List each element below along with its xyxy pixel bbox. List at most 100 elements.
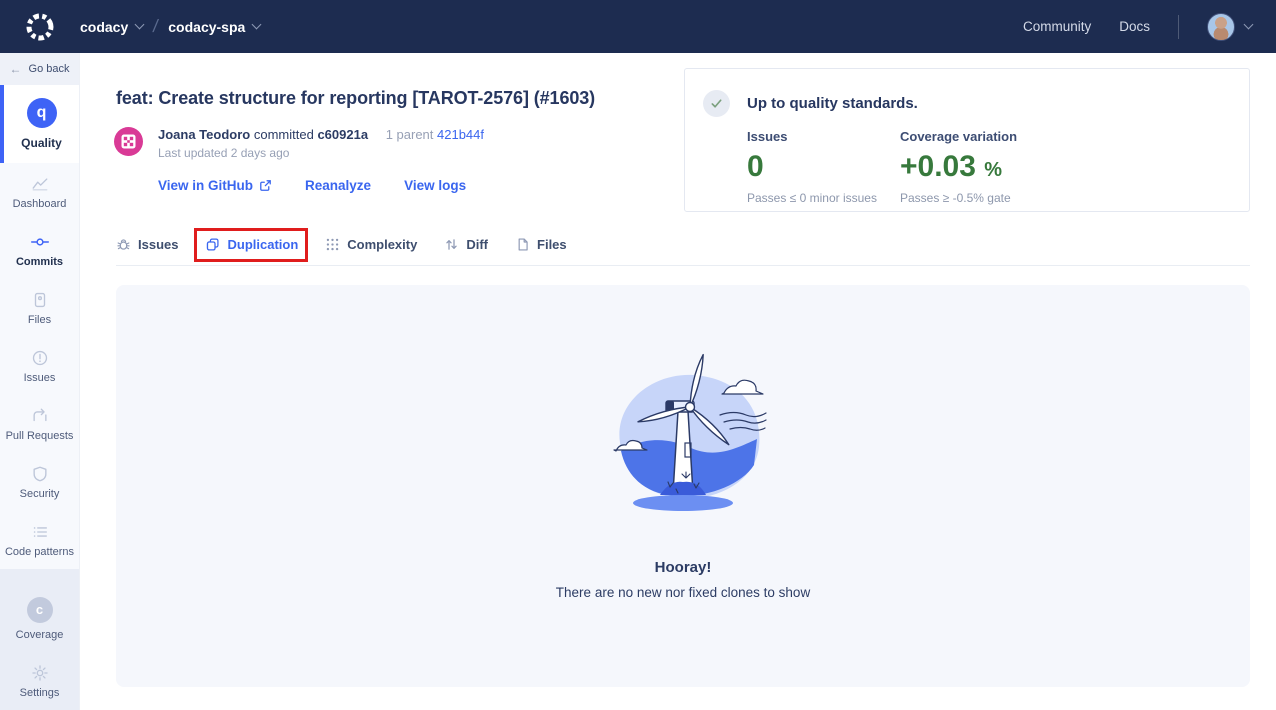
- complexity-grid-icon: [325, 237, 340, 252]
- coverage-number: +0.03: [900, 150, 976, 183]
- last-updated: Last updated 2 days ago: [158, 146, 484, 160]
- tab-duplication[interactable]: Duplication: [205, 237, 298, 252]
- issue-icon: [31, 349, 49, 367]
- go-back-button[interactable]: ← Go back: [0, 53, 79, 85]
- gear-icon: [31, 664, 49, 682]
- quality-label: Quality: [4, 136, 79, 150]
- breadcrumb-separator: /: [152, 16, 160, 37]
- sidebar-item-label: Coverage: [0, 629, 79, 641]
- dashboard-icon: [31, 175, 49, 193]
- sidebar-item-label: Security: [0, 488, 79, 500]
- empty-state-title: Hooray!: [655, 559, 712, 576]
- tab-files[interactable]: Files: [515, 237, 567, 252]
- sidebar-item-issues[interactable]: Issues: [0, 337, 79, 395]
- sidebar-item-label: Code patterns: [0, 546, 79, 558]
- duplication-empty-state: Hooray! There are no new nor fixed clone…: [116, 285, 1250, 687]
- commit-meta-text: Joana Teodoro committed c60921a 1 parent…: [158, 127, 484, 160]
- sidebar-item-label: Commits: [0, 256, 79, 268]
- sidebar-item-commits[interactable]: Commits: [0, 221, 79, 279]
- sidebar-item-security[interactable]: Security: [0, 453, 79, 511]
- commit-hash: c60921a: [317, 127, 368, 142]
- user-avatar: [1207, 13, 1235, 41]
- sidebar-item-coverage[interactable]: c Coverage: [0, 585, 79, 652]
- docs-link[interactable]: Docs: [1119, 19, 1150, 34]
- topbar: codacy / codacy-spa Community Docs: [0, 0, 1276, 53]
- quality-gate-body: Up to quality standards. Issues 0 Passes…: [747, 88, 1017, 192]
- community-link[interactable]: Community: [1023, 19, 1091, 34]
- reanalyze-button[interactable]: Reanalyze: [305, 178, 371, 193]
- external-link-icon: [259, 179, 272, 192]
- action-links: View in GitHub Reanalyze View logs: [158, 178, 466, 193]
- tab-label: Issues: [138, 237, 178, 252]
- windmill-illustration: [574, 347, 792, 519]
- chevron-down-icon: [252, 20, 262, 30]
- shield-icon: [31, 465, 49, 483]
- codacy-logo-icon: [24, 11, 56, 43]
- parent-hash-link[interactable]: 421b44f: [437, 127, 484, 142]
- codacy-commit-page: { "colors": { "navbar_bg": "#1d2c50", "a…: [0, 0, 1276, 710]
- quality-gate-status-icon: [703, 90, 730, 117]
- repo-name: codacy-spa: [168, 19, 245, 35]
- tab-label: Complexity: [347, 237, 417, 252]
- tab-section: Issues Duplication Complexity: [116, 237, 1250, 266]
- page-title: feat: Create structure for reporting [TA…: [116, 88, 595, 109]
- view-in-github-label: View in GitHub: [158, 178, 253, 193]
- topbar-divider: [1178, 15, 1179, 39]
- tab-complexity[interactable]: Complexity: [325, 237, 417, 252]
- gate-coverage-value: +0.03 %: [900, 151, 1017, 183]
- sidebar-item-code-patterns[interactable]: Code patterns: [0, 511, 79, 569]
- quality-product-icon: q: [27, 98, 57, 128]
- file-icon: [31, 291, 49, 309]
- tab-issues[interactable]: Issues: [116, 237, 178, 252]
- gate-coverage-caption: Passes ≥ -0.5% gate: [900, 191, 1017, 205]
- gate-issues-value: 0: [747, 151, 900, 183]
- sidebar-item-label: Settings: [0, 687, 79, 699]
- sidebar-footer: c Coverage Settings: [0, 569, 79, 710]
- bug-icon: [116, 237, 131, 252]
- sidebar-item-pull-requests[interactable]: Pull Requests: [0, 395, 79, 453]
- gate-issues-caption: Passes ≤ 0 minor issues: [747, 191, 900, 205]
- gate-coverage-column: Coverage variation +0.03 % Passes ≥ -0.5…: [900, 129, 1017, 205]
- sidebar-item-settings[interactable]: Settings: [0, 652, 79, 710]
- committer-identicon: [114, 127, 143, 156]
- list-icon: [31, 523, 49, 541]
- commit-author: Joana Teodoro: [158, 127, 250, 142]
- view-in-github-link[interactable]: View in GitHub: [158, 178, 272, 193]
- coverage-unit: %: [984, 159, 1002, 181]
- sidebar-item-label: Pull Requests: [0, 430, 79, 442]
- tab-label: Files: [537, 237, 567, 252]
- user-menu[interactable]: [1207, 13, 1252, 41]
- empty-state-message: There are no new nor fixed clones to sho…: [556, 585, 810, 600]
- chevron-down-icon: [1244, 20, 1254, 30]
- committed-word: committed: [254, 127, 314, 142]
- check-icon: [710, 97, 723, 110]
- view-logs-link[interactable]: View logs: [404, 178, 466, 193]
- parent-label: 1 parent: [386, 127, 434, 142]
- breadcrumb-org[interactable]: codacy: [80, 19, 143, 35]
- sidebar-item-dashboard[interactable]: Dashboard: [0, 163, 79, 221]
- commits-icon: [31, 233, 49, 251]
- sidebar-item-files[interactable]: Files: [0, 279, 79, 337]
- chevron-down-icon: [135, 20, 145, 30]
- go-back-label: Go back: [29, 63, 70, 75]
- quality-gate-columns: Issues 0 Passes ≤ 0 minor issues Coverag…: [747, 129, 1017, 205]
- codacy-logo[interactable]: [0, 11, 80, 43]
- topbar-right: Community Docs: [1023, 13, 1276, 41]
- sidebar-item-label: Issues: [0, 372, 79, 384]
- commit-line: Joana Teodoro committed c60921a 1 parent…: [158, 127, 484, 142]
- coverage-product-icon: c: [27, 597, 53, 623]
- tab-label: Duplication: [227, 237, 298, 252]
- quality-gate-title: Up to quality standards.: [747, 95, 1017, 112]
- gate-issues-column: Issues 0 Passes ≤ 0 minor issues: [747, 129, 900, 205]
- breadcrumb-repo[interactable]: codacy-spa: [168, 19, 260, 35]
- sidebar-item-label: Dashboard: [0, 198, 79, 210]
- quality-gate-card: Up to quality standards. Issues 0 Passes…: [684, 68, 1250, 212]
- breadcrumb: codacy / codacy-spa: [80, 16, 260, 37]
- tab-bar: Issues Duplication Complexity: [116, 237, 1250, 266]
- files-icon: [515, 237, 530, 252]
- tab-diff[interactable]: Diff: [444, 237, 488, 252]
- diff-icon: [444, 237, 459, 252]
- gate-coverage-label: Coverage variation: [900, 129, 1017, 144]
- gate-issues-label: Issues: [747, 129, 900, 144]
- sidebar-item-quality[interactable]: q Quality: [0, 85, 79, 163]
